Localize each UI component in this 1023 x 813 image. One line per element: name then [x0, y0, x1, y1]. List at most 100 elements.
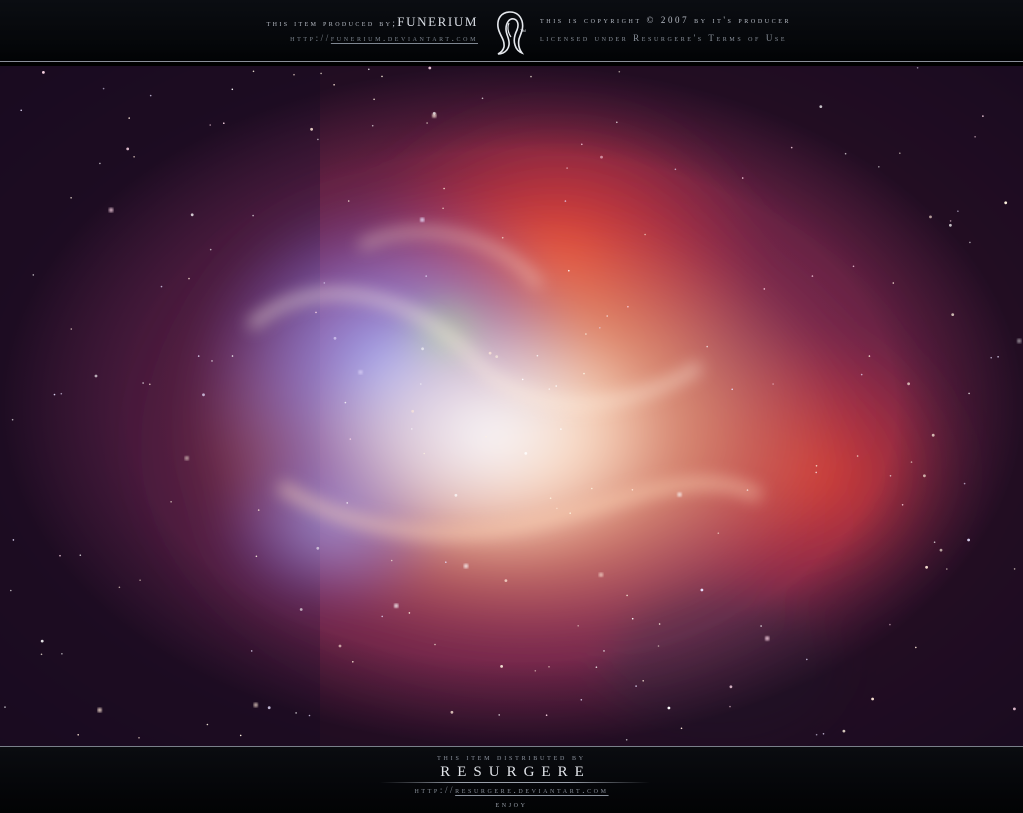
star	[188, 277, 190, 280]
star	[231, 88, 234, 91]
star	[566, 167, 568, 169]
star	[606, 315, 608, 317]
funerium-logo-icon: TM	[497, 11, 526, 55]
star	[333, 336, 337, 340]
star	[968, 392, 970, 395]
star	[642, 680, 644, 682]
star	[108, 207, 114, 213]
star	[423, 452, 426, 455]
star	[706, 345, 708, 348]
star	[598, 572, 604, 577]
producer-link[interactable]: http://funerium.deviantart.com	[290, 33, 478, 43]
star	[346, 502, 349, 504]
star	[616, 121, 618, 124]
star	[677, 492, 682, 497]
star	[545, 714, 548, 716]
star	[488, 351, 492, 355]
license-notice: licensed under Resurgere's Terms of Use	[540, 33, 788, 43]
star	[549, 497, 552, 500]
star	[133, 156, 135, 158]
star	[500, 665, 503, 668]
star	[657, 645, 660, 647]
star	[209, 248, 212, 251]
star	[949, 220, 952, 222]
star	[10, 589, 12, 592]
star	[316, 546, 320, 550]
star	[79, 554, 82, 556]
star	[420, 217, 425, 222]
star	[128, 117, 130, 119]
star	[625, 739, 628, 741]
star	[126, 147, 130, 151]
star	[963, 482, 966, 485]
star	[160, 285, 163, 288]
star	[442, 207, 444, 210]
star	[534, 670, 537, 672]
star	[349, 438, 352, 440]
star	[822, 733, 825, 735]
star	[209, 124, 211, 126]
star	[878, 166, 880, 168]
star	[860, 373, 863, 376]
distributor-url-host[interactable]: resurgere.deviantart.com	[455, 785, 608, 795]
star	[674, 168, 677, 171]
star	[485, 435, 487, 438]
star	[255, 555, 258, 558]
copyright-notice: this is copyright © 2007 by it's produce…	[540, 15, 792, 25]
star	[347, 200, 350, 202]
star	[680, 727, 683, 730]
star	[299, 608, 303, 611]
star	[77, 734, 79, 736]
star	[352, 661, 354, 663]
star	[815, 465, 818, 467]
star	[564, 200, 567, 202]
star	[32, 274, 35, 276]
star	[957, 210, 959, 212]
star	[990, 356, 992, 359]
logo-trademark: TM	[520, 28, 526, 33]
producer-name: FUNERIUM	[397, 14, 478, 29]
star	[293, 73, 295, 76]
star	[394, 603, 399, 608]
star	[568, 269, 570, 272]
star	[916, 67, 919, 69]
star	[20, 109, 23, 112]
star	[868, 355, 871, 357]
star	[997, 356, 999, 358]
star	[12, 539, 15, 541]
nebula-image	[0, 66, 1023, 746]
star	[481, 97, 484, 100]
star	[974, 136, 976, 138]
star	[252, 70, 255, 73]
producer-url-host[interactable]: funerium.deviantart.com	[331, 33, 478, 43]
star	[580, 699, 583, 701]
star	[658, 623, 661, 625]
star	[421, 347, 424, 351]
star	[40, 639, 44, 643]
star	[308, 714, 311, 717]
star	[949, 223, 952, 227]
star	[548, 388, 551, 390]
star	[102, 87, 105, 90]
star	[929, 215, 932, 219]
star	[717, 532, 720, 534]
star	[933, 541, 936, 543]
star	[581, 143, 583, 146]
star	[138, 737, 140, 739]
star	[170, 501, 172, 503]
star	[368, 68, 370, 71]
star	[763, 288, 766, 290]
star	[842, 729, 846, 733]
star	[530, 75, 532, 78]
star	[892, 282, 895, 284]
star	[1004, 201, 1008, 205]
star	[982, 115, 984, 117]
star	[889, 623, 891, 626]
star	[60, 392, 63, 395]
distributor-link[interactable]: http://resurgere.deviantart.com	[0, 785, 1023, 795]
star	[320, 72, 322, 75]
star	[432, 111, 436, 115]
star	[815, 733, 818, 736]
star	[583, 372, 585, 375]
star	[746, 489, 749, 491]
